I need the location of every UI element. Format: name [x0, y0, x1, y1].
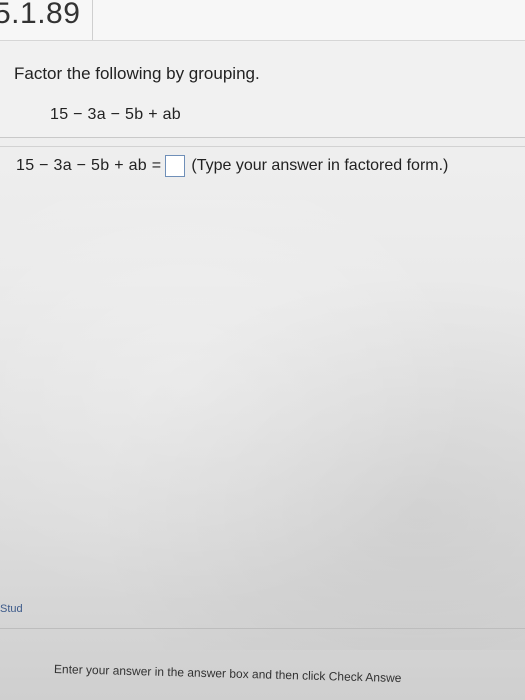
footer-divider	[0, 628, 525, 629]
footer-instructions: Enter your answer in the answer box and …	[53, 662, 402, 686]
homework-screen: 5.1.89 Factor the following by grouping.…	[0, 0, 525, 700]
student-link[interactable]: Stud	[0, 603, 23, 615]
header-divider	[92, 0, 93, 40]
answer-row: 15 − 3a − 5b + ab = (Type your answer in…	[16, 155, 448, 177]
problem-number: 5.1.89	[0, 0, 81, 30]
question-panel: Factor the following by grouping. 15 − 3…	[0, 42, 525, 138]
answer-divider	[0, 146, 525, 147]
problem-header: 5.1.89	[0, 0, 525, 41]
question-instruction: Factor the following by grouping.	[14, 64, 260, 83]
question-expression: 15 − 3a − 5b + ab	[50, 106, 181, 123]
screen-glare	[0, 200, 525, 650]
answer-input[interactable]	[165, 155, 186, 177]
answer-hint: (Type your answer in factored form.)	[191, 157, 449, 174]
answer-expression: 15 − 3a − 5b + ab =	[16, 157, 162, 174]
